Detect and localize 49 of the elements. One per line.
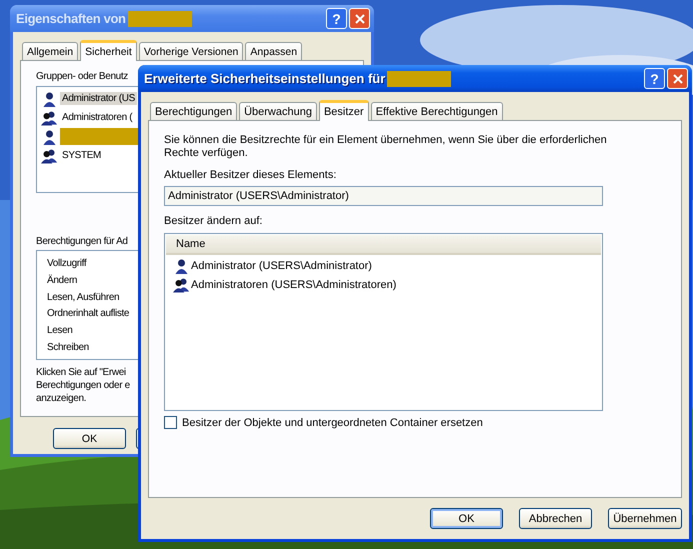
checkbox[interactable] (164, 416, 177, 429)
tab[interactable]: Sicherheit (80, 40, 137, 61)
close-icon (672, 74, 682, 84)
hint-text: Berechtigungen oder e (36, 379, 130, 392)
permission-name: Ändern (47, 274, 78, 288)
dialog-button[interactable]: OK (430, 508, 503, 529)
users-label: Gruppen- oder Benutz (36, 71, 128, 82)
current-owner-label: Aktueller Besitzer dieses Elements: (164, 169, 336, 181)
window-title: Erweiterte Sicherheitseinstellungen für (144, 71, 386, 86)
permission-name: Vollzugriff (47, 258, 86, 271)
group-icon (173, 276, 190, 292)
list-item[interactable]: SYSTEM (60, 149, 104, 162)
intro-text: Sie können die Besitzrechte für ein Element übernehmen, wenn Sie über die erforderlichen Rechte verfügen. (164, 134, 608, 160)
list-item[interactable]: Administrator (US (60, 92, 137, 105)
close-button[interactable] (349, 8, 370, 29)
list-item[interactable]: Administrator (USERS\Administrator) (191, 260, 372, 272)
help-button[interactable]: ? (644, 68, 665, 89)
permission-name: Lesen (47, 325, 72, 338)
close-icon (354, 14, 364, 24)
tab[interactable]: Besitzer (318, 100, 369, 121)
list-item[interactable]: Administratoren ( (60, 111, 134, 124)
permission-name: Lesen, Ausführen (47, 292, 120, 305)
checkbox-label: Besitzer der Objekte und untergeordneten Container ersetzen (182, 416, 483, 428)
hint-text: Klicken Sie auf "Erwei (36, 366, 126, 379)
permissions-label: Berechtigungen für Ad (36, 236, 128, 247)
tab[interactable]: Berechtigungen (150, 102, 238, 120)
current-owner-field[interactable]: Administrator (USERS\Administrator) (164, 186, 603, 206)
permission-name: Schreiben (47, 342, 89, 356)
tab[interactable]: Effektive Berechtigungen (370, 102, 503, 120)
dialog-button[interactable]: Abbrechen (519, 508, 592, 529)
column-header[interactable]: Name (166, 238, 206, 250)
help-button[interactable]: ? (326, 8, 347, 29)
tab[interactable]: Anpassen (245, 42, 302, 60)
user-icon (41, 90, 58, 106)
close-button[interactable] (667, 68, 688, 89)
group-icon (41, 148, 58, 164)
group-icon (41, 110, 58, 126)
ok-button[interactable]: OK (53, 428, 126, 449)
change-owner-label: Besitzer ändern auf: (164, 215, 262, 227)
tab[interactable]: Vorherige Versionen (138, 42, 244, 60)
tab[interactable]: Allgemein (22, 42, 78, 60)
permission-name: Ordnerinhalt aufliste (47, 308, 130, 322)
user-icon (173, 258, 190, 274)
user-icon (41, 128, 58, 144)
dialog-button[interactable]: Übernehmen (608, 508, 682, 529)
window-title: Eigenschaften von (16, 11, 126, 26)
list-item[interactable]: Administratoren (USERS\Administratoren) (191, 278, 396, 290)
tab[interactable]: Überwachung (239, 102, 317, 120)
hint-text: anzuzeigen. (36, 392, 86, 405)
